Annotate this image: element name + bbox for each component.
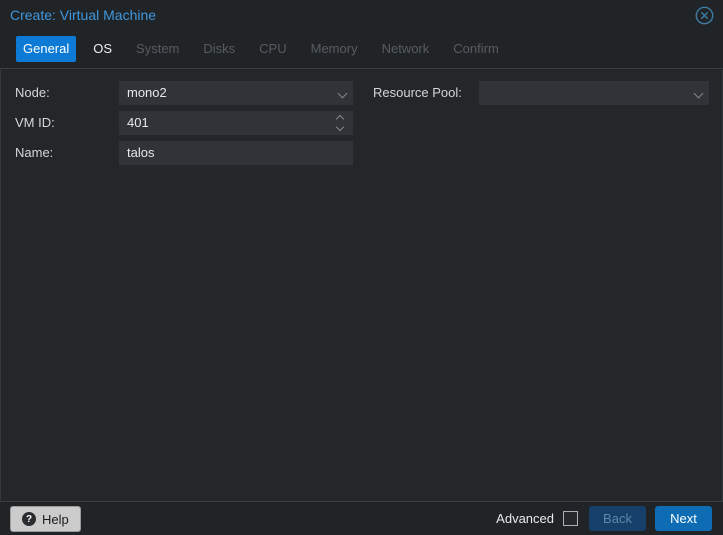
chevron-down-icon[interactable] (694, 89, 704, 99)
dialog-footer: ? Help Advanced Back Next (0, 502, 723, 535)
node-value: mono2 (127, 85, 167, 100)
back-button[interactable]: Back (589, 506, 646, 531)
spinner-arrows[interactable] (336, 111, 346, 135)
tab-os[interactable]: OS (86, 36, 119, 62)
chevron-down-icon[interactable] (336, 123, 344, 131)
name-value: talos (127, 145, 154, 160)
advanced-label: Advanced (496, 511, 554, 526)
tab-cpu[interactable]: CPU (252, 36, 293, 62)
tab-confirm[interactable]: Confirm (446, 36, 506, 62)
node-combobox[interactable]: mono2 (119, 81, 353, 105)
close-icon[interactable] (695, 6, 714, 25)
create-vm-dialog: Create: Virtual Machine General OS Syste… (0, 0, 723, 535)
tab-disks[interactable]: Disks (196, 36, 242, 62)
tab-memory[interactable]: Memory (304, 36, 365, 62)
resource-pool-combobox[interactable] (479, 81, 709, 105)
vmid-label: VM ID: (15, 111, 55, 135)
advanced-checkbox[interactable] (563, 511, 578, 526)
tab-general[interactable]: General (16, 36, 76, 62)
name-input[interactable]: talos (119, 141, 353, 165)
chevron-down-icon[interactable] (338, 89, 348, 99)
footer-actions: Advanced Back Next (496, 502, 712, 535)
dialog-title: Create: Virtual Machine (10, 0, 156, 30)
node-label: Node: (15, 81, 50, 105)
next-button[interactable]: Next (655, 506, 712, 531)
wizard-tabbar: General OS System Disks CPU Memory Netwo… (0, 30, 723, 69)
help-button-label: Help (42, 512, 69, 527)
help-button[interactable]: ? Help (10, 506, 81, 532)
resource-pool-label: Resource Pool: (373, 81, 462, 105)
general-tab-panel: Node: mono2 Resource Pool: VM ID: 401 Na… (0, 70, 723, 502)
vmid-spinner-field[interactable]: 401 (119, 111, 353, 135)
tab-system[interactable]: System (129, 36, 186, 62)
vmid-value: 401 (127, 115, 149, 130)
name-label: Name: (15, 141, 53, 165)
question-circle-icon: ? (22, 512, 36, 526)
tab-network[interactable]: Network (375, 36, 437, 62)
dialog-titlebar: Create: Virtual Machine (0, 0, 723, 30)
